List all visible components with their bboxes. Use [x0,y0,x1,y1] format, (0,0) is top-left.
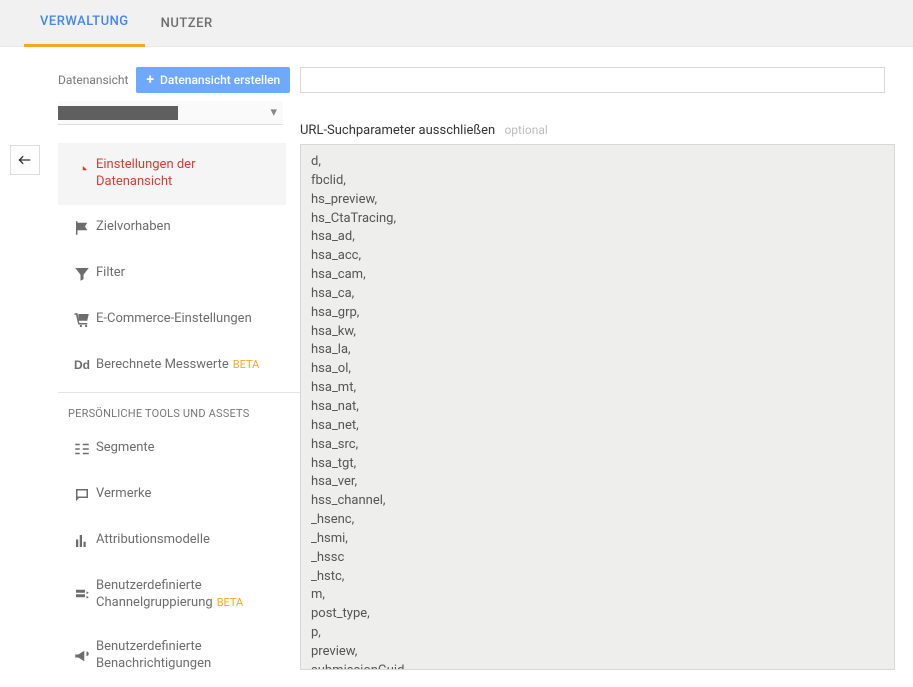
nav-item[interactable]: E-Commerce-Einstellungen [58,297,286,343]
tab-bar: VERWALTUNG NUTZER [0,0,913,47]
tab-verwaltung[interactable]: VERWALTUNG [24,0,145,47]
flag-icon [68,219,96,237]
top-input-box[interactable] [300,67,885,93]
nav-item-label: Vermerke [96,486,151,503]
breadcrumb-label: Datenansicht [58,73,128,87]
nav-item[interactable]: DdBerechnete MesswerteBETA [58,343,286,388]
cart-icon [68,311,96,329]
view-selector-value [58,106,178,120]
channel-icon [68,586,96,604]
tab-nutzer[interactable]: NUTZER [145,0,229,47]
nav-item-label: E-Commerce-Einstellungen [96,311,252,328]
segments-icon [68,440,96,458]
create-view-button[interactable]: + Datenansicht erstellen [136,67,290,93]
nav-item[interactable]: Attributionsmodelle [58,518,286,564]
back-arrow-icon [17,152,33,168]
field-optional: optional [504,123,547,137]
chevron-down-icon: ▾ [270,105,277,120]
create-view-label: Datenansicht erstellen [160,73,280,87]
plus-icon: + [146,72,154,88]
megaphone-icon [68,647,96,665]
field-label: URL-Suchparameter ausschließen optional [300,123,903,138]
nav-item[interactable]: Filter [58,251,286,297]
funnel-icon [68,265,96,283]
nav-item-label: Filter [96,265,125,282]
right-column: URL-Suchparameter ausschließen optional [300,47,913,687]
nav-item-label: Segmente [96,440,155,457]
bars-icon [68,532,96,550]
nav-item-label: Zielvorhaben [96,219,171,236]
nav-item-label: Berechnete MesswerteBETA [96,357,259,374]
left-column: Datenansicht + Datenansicht erstellen ▾ … [0,47,300,687]
nav-item[interactable]: Einstellungen derDatenansicht [58,143,286,205]
nav-item-label: Attributionsmodelle [96,532,210,549]
field-label-text: URL-Suchparameter ausschließen [300,123,495,138]
doc-icon [68,165,96,183]
view-selector[interactable]: ▾ [58,101,283,125]
admin-nav: Einstellungen derDatenansicht Zielvorhabe… [58,143,286,388]
section-head-personal: PERSÖNLICHE TOOLS UND ASSETS [58,392,300,426]
nav-item-label: Einstellungen derDatenansicht [96,157,195,191]
nav-item-label: BenutzerdefinierteChannelgruppierungBETA [96,578,243,612]
exclude-url-params-textarea[interactable] [300,144,895,670]
back-button[interactable] [10,145,40,175]
dd-icon: Dd [68,358,96,372]
nav-item[interactable]: BenutzerdefinierteChannelgruppierungBETA [58,564,286,626]
note-icon [68,486,96,504]
admin-nav-personal: Segmente Vermerke Attributionsmodelle Benut… [58,426,286,687]
nav-item[interactable]: Zielvorhaben [58,205,286,251]
nav-item-label: BenutzerdefinierteBenachrichtigungen [96,639,211,673]
nav-item[interactable]: Segmente [58,426,286,472]
nav-item[interactable]: BenutzerdefinierteBenachrichtigungen [58,625,286,687]
nav-item[interactable]: Vermerke [58,472,286,518]
